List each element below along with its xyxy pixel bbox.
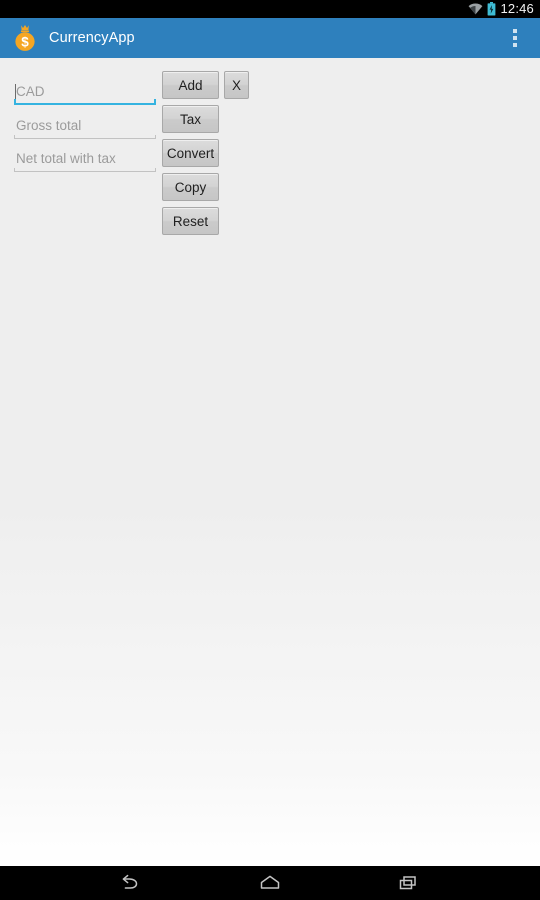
main-content: CAD Gross total Net total with tax Add X… xyxy=(0,58,540,866)
action-bar: $ CurrencyApp xyxy=(0,18,540,58)
net-total-with-tax-input-underline xyxy=(14,168,156,172)
copy-button[interactable]: Copy xyxy=(162,173,219,201)
cad-input-placeholder: CAD xyxy=(16,84,45,99)
app-title: CurrencyApp xyxy=(49,30,135,46)
gross-total-input[interactable]: Gross total xyxy=(14,111,156,139)
back-icon[interactable] xyxy=(87,866,177,900)
cad-input-underline xyxy=(14,99,156,105)
svg-text:$: $ xyxy=(21,34,29,49)
convert-button[interactable]: Convert xyxy=(162,139,219,167)
add-button[interactable]: Add xyxy=(162,71,219,99)
recents-icon[interactable] xyxy=(363,866,453,900)
battery-charging-icon xyxy=(487,2,496,16)
gross-total-input-underline xyxy=(14,135,156,139)
tax-button[interactable]: Tax xyxy=(162,105,219,133)
net-total-with-tax-input[interactable]: Net total with tax xyxy=(14,144,156,172)
overflow-menu-icon[interactable] xyxy=(502,18,528,58)
status-bar: 12:46 xyxy=(0,0,540,18)
clear-button[interactable]: X xyxy=(224,71,249,99)
net-total-with-tax-input-placeholder: Net total with tax xyxy=(16,151,116,166)
cad-input[interactable]: CAD xyxy=(14,77,156,105)
gross-total-input-placeholder: Gross total xyxy=(16,118,82,133)
navigation-bar xyxy=(0,866,540,900)
money-bag-icon: $ xyxy=(10,23,40,53)
status-bar-clock: 12:46 xyxy=(500,1,534,16)
reset-button[interactable]: Reset xyxy=(162,207,219,235)
home-icon[interactable] xyxy=(225,866,315,900)
wifi-icon xyxy=(468,3,483,15)
